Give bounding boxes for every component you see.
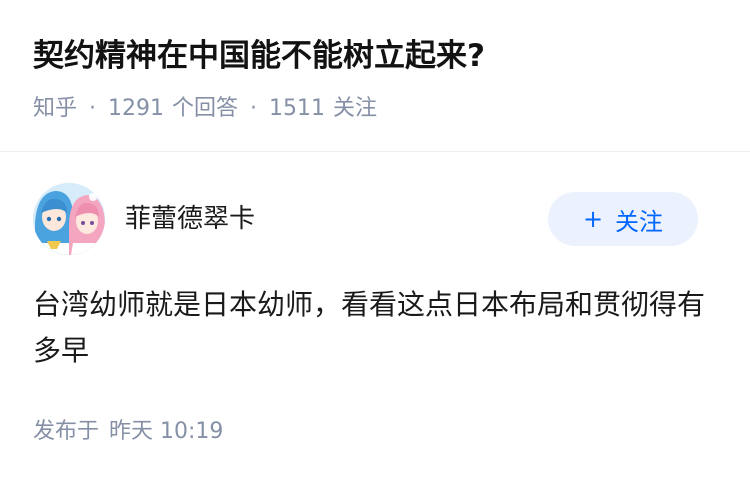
question-meta: 知乎 · 1291 个回答 · 1511 关注 — [33, 93, 377, 125]
source-label[interactable]: 知乎 — [33, 96, 77, 121]
meta-separator: · — [89, 96, 97, 121]
anime-characters-avatar-icon — [33, 183, 105, 255]
answer-count-label: 个回答 — [172, 96, 239, 121]
follower-count: 1511 — [269, 96, 326, 121]
header-divider — [0, 151, 750, 152]
plus-icon: + — [582, 205, 604, 233]
answer-count: 1291 — [108, 96, 165, 121]
publish-info: 发布于 昨天 10:19 — [33, 416, 223, 448]
follow-button-label: 关注 — [615, 207, 664, 236]
publish-label: 发布于 — [33, 419, 100, 444]
question-title[interactable]: 契约精神在中国能不能树立起来? — [33, 34, 485, 78]
publish-time: 昨天 10:19 — [109, 419, 224, 444]
answer-page: 契约精神在中国能不能树立起来? 知乎 · 1291 个回答 · 1511 关注 菲蕾德翠卡 — [0, 0, 750, 482]
follower-count-label: 关注 — [333, 96, 378, 121]
answer-content[interactable]: 台湾幼师就是日本幼师，看看这点日本布局和贯彻得有多早 — [33, 282, 723, 374]
follow-button[interactable]: + 关注 — [548, 192, 698, 246]
author-name[interactable]: 菲蕾德翠卡 — [125, 199, 255, 239]
author-avatar[interactable] — [33, 183, 105, 255]
meta-separator: · — [250, 96, 258, 121]
